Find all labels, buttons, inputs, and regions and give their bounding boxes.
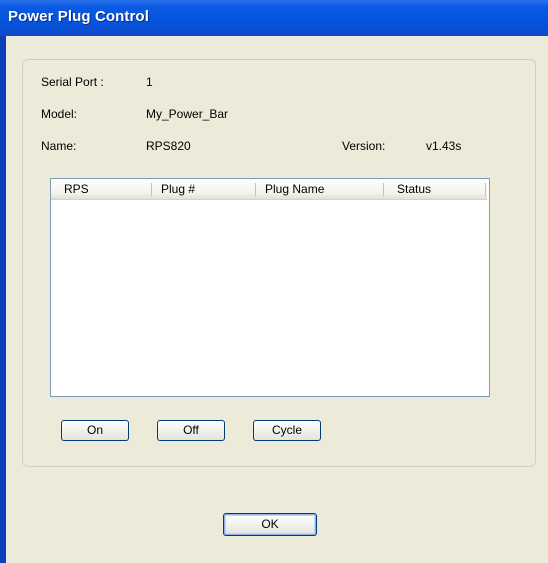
ok-button[interactable]: OK (223, 513, 317, 536)
power-plug-control-window: Power Plug Control Serial Port : 1 Model… (0, 0, 548, 563)
serial-port-label: Serial Port : (41, 75, 104, 89)
column-divider[interactable] (383, 183, 384, 196)
column-divider[interactable] (485, 183, 486, 196)
version-value: v1.43s (426, 139, 462, 153)
serial-port-value: 1 (146, 75, 153, 89)
model-value: My_Power_Bar (146, 107, 229, 121)
on-button[interactable]: On (61, 420, 129, 441)
dialog-client-area: Serial Port : 1 Model: My_Power_Bar Name… (6, 36, 548, 563)
column-divider[interactable] (255, 183, 256, 196)
version-label: Version: (342, 139, 386, 153)
column-header-rps[interactable]: RPS (64, 179, 89, 199)
title-bar[interactable]: Power Plug Control (0, 0, 548, 36)
column-divider[interactable] (151, 183, 152, 196)
model-label: Model: (41, 107, 78, 121)
off-button[interactable]: Off (157, 420, 225, 441)
cycle-button[interactable]: Cycle (253, 420, 321, 441)
name-label: Name: (41, 139, 77, 153)
column-header-plug-number[interactable]: Plug # (161, 179, 195, 199)
plug-list-header: RPS Plug # Plug Name Status (51, 179, 487, 200)
plug-list-view[interactable]: RPS Plug # Plug Name Status (50, 178, 490, 397)
column-header-status[interactable]: Status (397, 179, 431, 199)
name-value: RPS820 (146, 139, 191, 153)
window-title: Power Plug Control (8, 8, 149, 25)
column-header-plug-name[interactable]: Plug Name (265, 179, 324, 199)
